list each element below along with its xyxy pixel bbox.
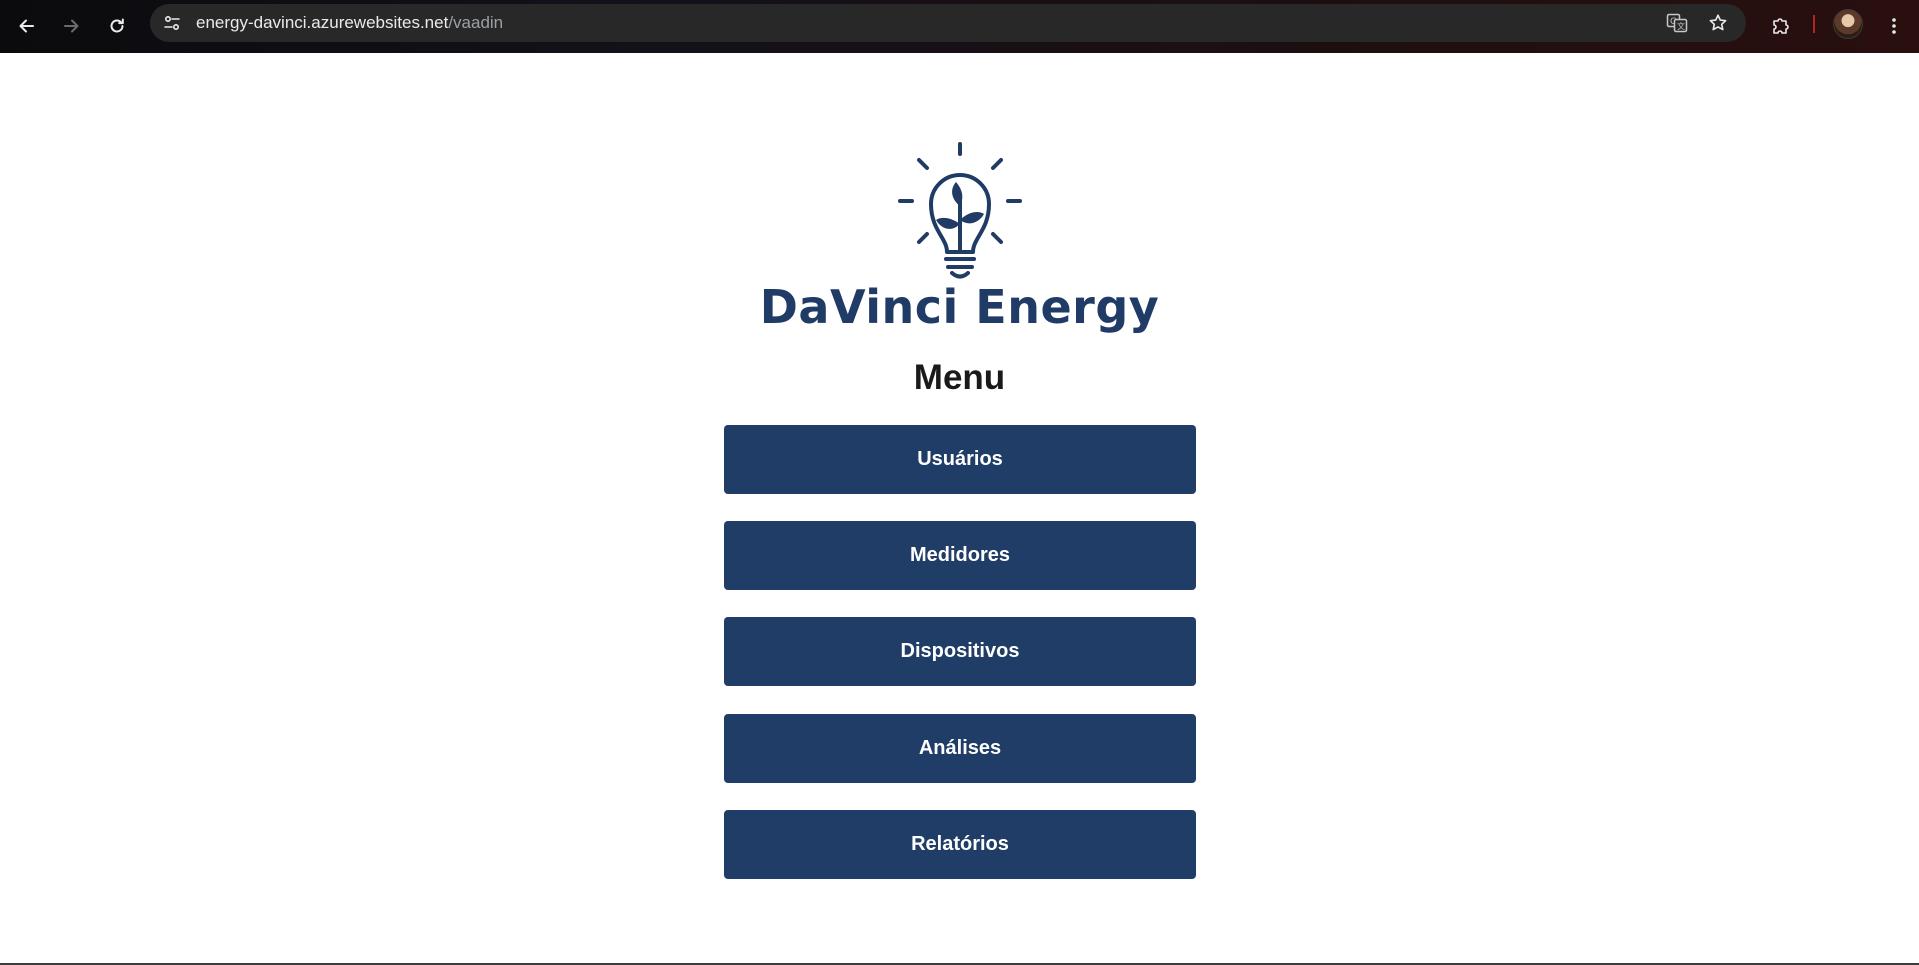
lightbulb-logo <box>898 142 1022 279</box>
menu-button-analises[interactable]: Análises <box>724 714 1196 783</box>
more-menu-button[interactable] <box>1876 8 1912 44</box>
forward-icon <box>64 19 79 33</box>
extensions-button[interactable] <box>1763 8 1799 44</box>
url-path: /vaadin <box>448 13 504 32</box>
forward-button[interactable] <box>53 8 89 44</box>
bookmark-button[interactable] <box>1705 10 1731 36</box>
translate-icon: G 文 <box>1666 13 1688 33</box>
url-text[interactable]: energy-davinci.azurewebsites.net/vaadin <box>196 4 503 42</box>
menu-button-usuarios[interactable]: Usuários <box>724 425 1196 494</box>
extensions-icon <box>1773 18 1789 34</box>
reload-button[interactable] <box>99 8 135 44</box>
profile-avatar[interactable] <box>1833 9 1863 39</box>
menu-button-dispositivos[interactable]: Dispositivos <box>724 617 1196 686</box>
back-button[interactable] <box>9 8 45 44</box>
translate-button[interactable]: G 文 <box>1664 10 1690 36</box>
back-icon <box>19 19 34 33</box>
url-host: energy-davinci.azurewebsites.net <box>196 13 449 32</box>
bookmark-star-icon <box>1709 14 1727 31</box>
svg-text:文: 文 <box>1677 21 1685 31</box>
brand-name: DaVinci Energy <box>759 280 1160 334</box>
reload-icon <box>110 18 124 33</box>
site-info-icon <box>164 15 180 31</box>
site-info-button[interactable] <box>158 9 186 37</box>
page-title: Menu <box>913 358 1006 397</box>
address-bar[interactable]: energy-davinci.azurewebsites.net/vaadin … <box>150 4 1746 42</box>
menu-button-medidores[interactable]: Medidores <box>724 521 1196 590</box>
more-menu-icon <box>1892 18 1896 34</box>
menu-button-relatorios[interactable]: Relatórios <box>724 810 1196 879</box>
toolbar-separator <box>1813 15 1815 33</box>
browser-toolbar: energy-davinci.azurewebsites.net/vaadin … <box>0 0 1919 53</box>
